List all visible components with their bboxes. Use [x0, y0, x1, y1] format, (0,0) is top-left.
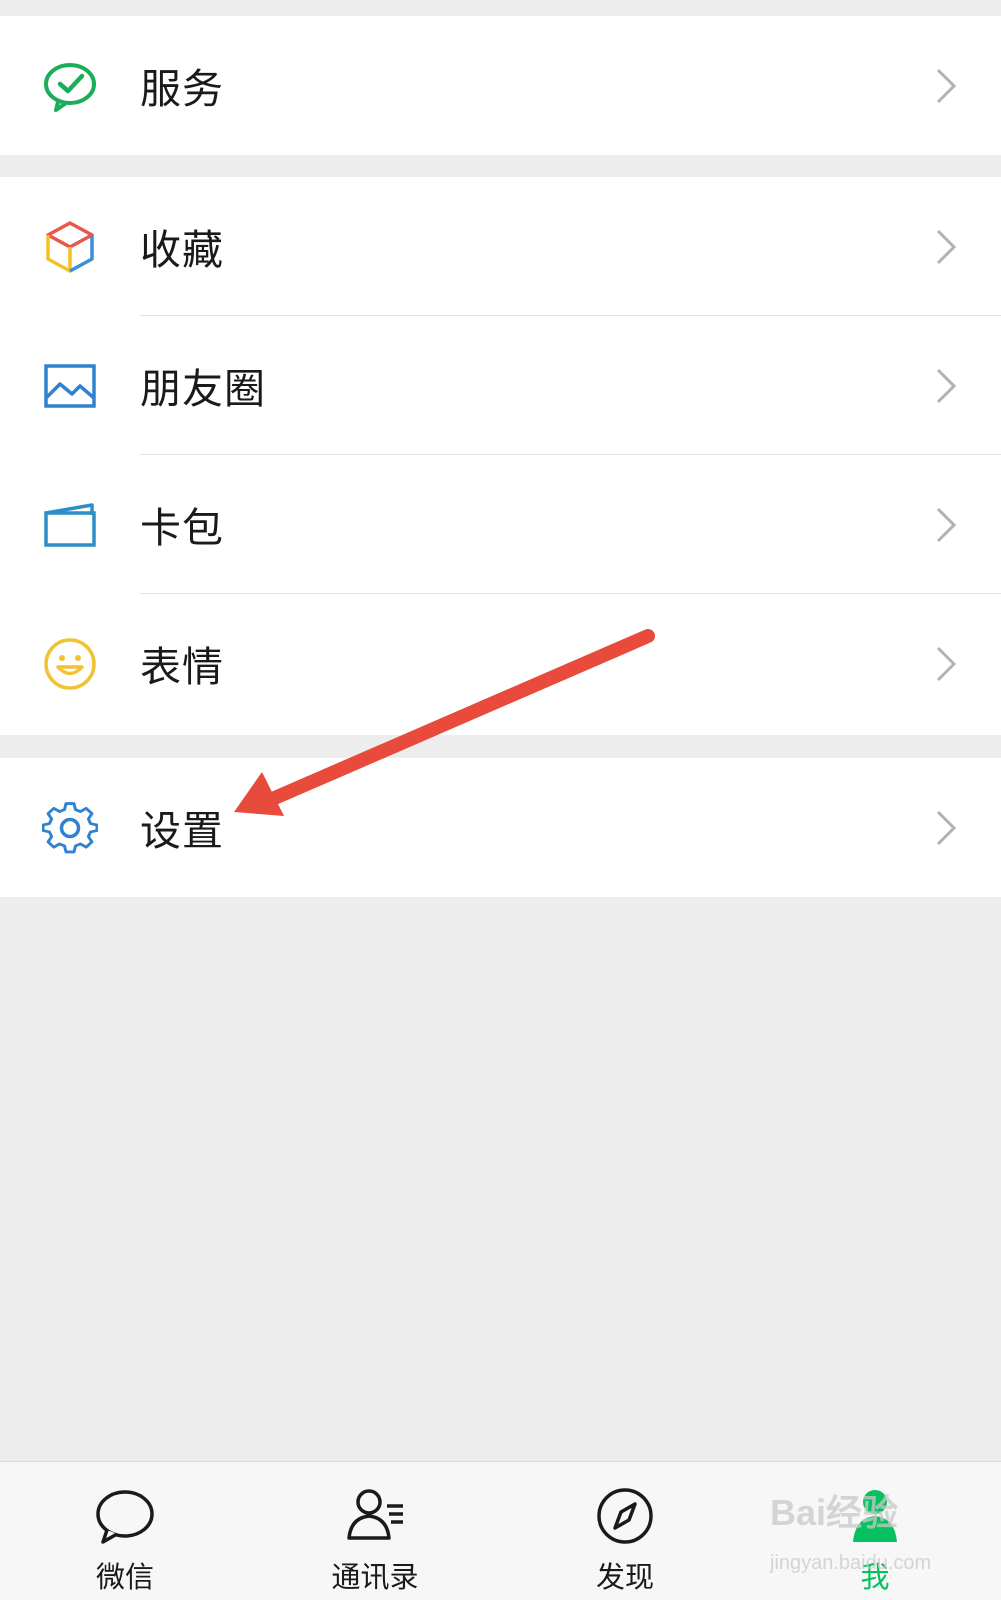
service-group: 服务	[0, 16, 1001, 155]
chevron-right-icon	[936, 646, 957, 681]
compass-icon	[597, 1488, 653, 1544]
chevron-right-icon	[936, 68, 957, 103]
smiley-icon	[44, 637, 96, 690]
tab-discover-label: 发现	[595, 1560, 654, 1594]
menu-item-settings-label: 设置	[140, 806, 224, 855]
cube-icon	[46, 220, 94, 273]
features-group: 收藏 朋友圈 卡包 表情	[0, 177, 1001, 735]
menu-item-settings[interactable]: 设置	[0, 758, 1001, 897]
contacts-icon	[347, 1489, 403, 1540]
gear-icon	[42, 801, 98, 853]
settings-group: 设置	[0, 758, 1001, 897]
tab-chats-label: 微信	[95, 1560, 154, 1594]
chevron-right-icon	[936, 507, 957, 542]
menu-item-cards-label: 卡包	[140, 503, 224, 552]
menu-item-moments[interactable]: 朋友圈	[0, 316, 1001, 455]
menu-item-moments-label: 朋友圈	[140, 364, 266, 413]
wallet-icon	[44, 502, 96, 547]
tab-contacts-label: 通讯录	[331, 1560, 419, 1594]
menu-item-cards[interactable]: 卡包	[0, 455, 1001, 594]
chevron-right-icon	[936, 368, 957, 403]
watermark-brand: Bai经验	[770, 1492, 899, 1533]
tab-contacts[interactable]: 通讯录	[300, 1462, 450, 1600]
menu-item-service-label: 服务	[140, 64, 224, 113]
tab-chats[interactable]: 微信	[50, 1462, 200, 1600]
chevron-right-icon	[936, 810, 957, 845]
picture-icon	[44, 363, 96, 408]
service-check-icon	[44, 62, 96, 112]
menu-item-favorites-label: 收藏	[140, 225, 224, 274]
chevron-right-icon	[936, 229, 957, 264]
menu-item-service[interactable]: 服务	[0, 16, 1001, 155]
menu-item-favorites[interactable]: 收藏	[0, 177, 1001, 316]
tab-discover[interactable]: 发现	[550, 1462, 700, 1600]
menu-item-stickers[interactable]: 表情	[0, 594, 1001, 733]
watermark-url: jingyan.baidu.com	[770, 1552, 932, 1574]
menu-item-stickers-label: 表情	[140, 642, 224, 691]
chat-bubble-icon	[96, 1490, 154, 1544]
